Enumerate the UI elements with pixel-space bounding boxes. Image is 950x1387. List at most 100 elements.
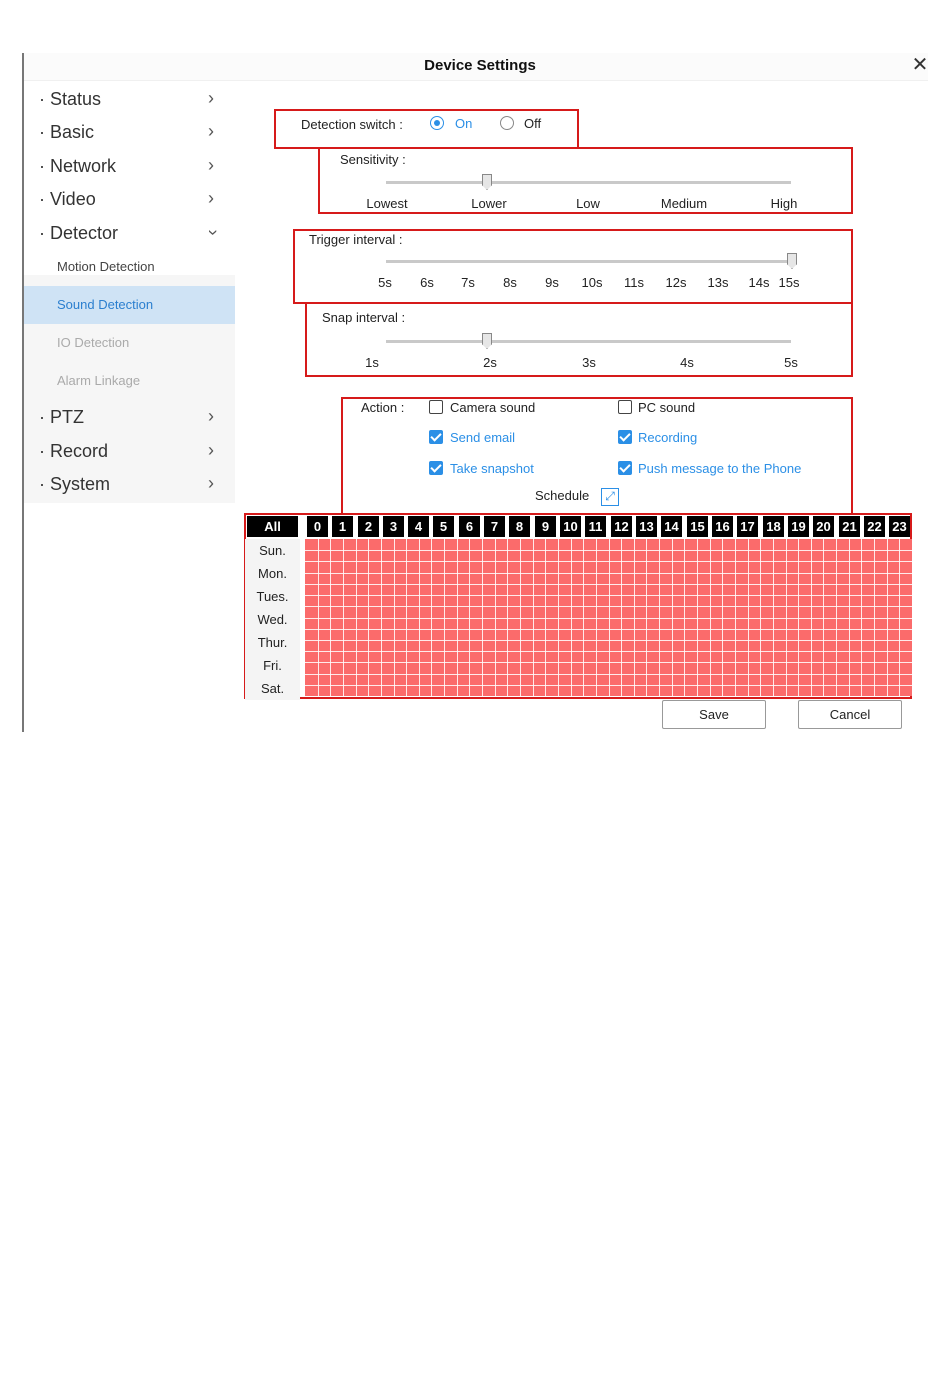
recording-label: Recording — [638, 430, 698, 445]
schedule-all-button[interactable]: All — [247, 516, 298, 537]
trigger-tick-label: 10s — [581, 275, 603, 290]
schedule-hour-header[interactable]: 15 — [687, 516, 708, 537]
sidebar-item-label: System — [50, 474, 111, 494]
recording-checkbox[interactable] — [618, 430, 632, 444]
schedule-day-label[interactable]: Wed. — [245, 608, 300, 632]
chevron-right-icon: › — [208, 188, 214, 208]
save-button[interactable]: Save — [662, 700, 766, 729]
take-snapshot-checkbox[interactable] — [429, 461, 443, 475]
sidebar-subitem-io-detection: IO Detection — [24, 324, 235, 362]
detection-switch-label: Detection switch : — [301, 117, 403, 132]
sensitivity-tick-label: Lowest — [366, 196, 408, 211]
sidebar-subitem-alarm-linkage: Alarm Linkage — [24, 362, 235, 400]
expand-icon[interactable]: ⤢ — [601, 488, 619, 506]
sensitivity-tick-label: Lower — [471, 196, 507, 211]
schedule-hour-header[interactable]: 12 — [611, 516, 632, 537]
schedule-hour-header[interactable]: 2 — [358, 516, 379, 537]
chevron-right-icon: › — [208, 121, 214, 141]
schedule-hour-header[interactable]: 8 — [509, 516, 530, 537]
sensitivity-tick-label: High — [770, 196, 798, 211]
schedule-day-label[interactable]: Tues. — [245, 585, 300, 609]
schedule-hour-header[interactable]: 23 — [889, 516, 910, 537]
trigger-tick-label: 14s — [748, 275, 770, 290]
pc-sound-checkbox[interactable] — [618, 400, 632, 414]
chevron-right-icon: › — [208, 440, 214, 460]
take-snapshot-label: Take snapshot — [450, 461, 534, 476]
trigger-tick-label: 8s — [503, 275, 517, 290]
schedule-hour-header[interactable]: 16 — [712, 516, 733, 537]
schedule-day-label[interactable]: Sun. — [245, 539, 300, 563]
chevron-right-icon: › — [208, 406, 214, 426]
schedule-hour-header[interactable]: 13 — [636, 516, 657, 537]
trigger-tick-label: 11s — [624, 275, 644, 290]
action-label: Action : — [361, 400, 405, 415]
detection-off-label: Off — [524, 116, 542, 131]
schedule-day-label[interactable]: Mon. — [245, 562, 300, 586]
sidebar-item-detector[interactable]: · Detector › — [24, 217, 235, 250]
sensitivity-slider-track[interactable] — [386, 181, 791, 184]
sidebar-item-system[interactable]: · System › — [24, 468, 235, 501]
sidebar-subitem-sound-detection[interactable]: Sound Detection — [24, 286, 235, 324]
schedule-hour-header[interactable]: 17 — [737, 516, 758, 537]
sidebar: · Status › · Basic › · Network › · Video… — [24, 81, 235, 732]
schedule-hour-header[interactable]: 10 — [560, 516, 581, 537]
schedule-day-label[interactable]: Thur. — [245, 631, 300, 655]
schedule-hour-header[interactable]: 21 — [839, 516, 860, 537]
snap-tick-label: 3s — [582, 355, 596, 370]
sidebar-item-label: Status — [50, 89, 102, 109]
chevron-right-icon: › — [208, 155, 214, 175]
chevron-right-icon: › — [208, 473, 214, 493]
window-title: Device Settings — [424, 57, 536, 74]
sidebar-subitem-label: Sound Detection — [57, 297, 154, 312]
sidebar-subitem-motion-detection[interactable]: Motion Detection — [24, 248, 235, 286]
schedule-hour-header[interactable]: 11 — [585, 516, 606, 537]
sidebar-item-label: PTZ — [50, 407, 84, 427]
sidebar-item-label: Network — [50, 156, 117, 176]
cancel-button[interactable]: Cancel — [798, 700, 902, 729]
send-email-checkbox[interactable] — [429, 430, 443, 444]
schedule-hour-header[interactable]: 6 — [459, 516, 480, 537]
schedule-hour-header[interactable]: 19 — [788, 516, 809, 537]
schedule-hour-header[interactable]: 1 — [332, 516, 353, 537]
detection-off-radio[interactable] — [500, 116, 514, 130]
schedule-day-label[interactable]: Sat. — [245, 677, 300, 701]
trigger-tick-label: 6s — [420, 275, 434, 290]
camera-sound-checkbox[interactable] — [429, 400, 443, 414]
snap-slider-track[interactable] — [386, 340, 791, 343]
camera-sound-label: Camera sound — [450, 400, 536, 415]
trigger-tick-label: 9s — [545, 275, 559, 290]
push-message-checkbox[interactable] — [618, 461, 632, 475]
sidebar-item-record[interactable]: · Record › — [24, 435, 235, 468]
sidebar-item-basic[interactable]: · Basic › — [24, 116, 235, 149]
snap-interval-label: Snap interval : — [322, 310, 406, 325]
sidebar-item-label: Basic — [50, 122, 95, 142]
schedule-hour-header[interactable]: 14 — [661, 516, 682, 537]
schedule-grid[interactable] — [305, 539, 912, 696]
schedule-hour-header[interactable]: 5 — [433, 516, 454, 537]
schedule-hour-header[interactable]: 22 — [864, 516, 885, 537]
send-email-label: Send email — [450, 430, 516, 445]
sidebar-item-video[interactable]: · Video › — [24, 183, 235, 216]
sidebar-item-label: Detector — [50, 223, 119, 243]
schedule-hour-header[interactable]: 9 — [535, 516, 556, 537]
sensitivity-tick-label: Medium — [660, 196, 708, 211]
trigger-tick-label: 15s — [778, 275, 800, 290]
schedule-hour-header[interactable]: 4 — [408, 516, 429, 537]
schedule-hour-header[interactable]: 7 — [484, 516, 505, 537]
schedule-hour-header[interactable]: 0 — [307, 516, 328, 537]
sensitivity-tick-label: Low — [576, 196, 600, 211]
schedule-hour-header[interactable]: 20 — [813, 516, 834, 537]
pc-sound-label: PC sound — [638, 400, 696, 415]
sidebar-item-network[interactable]: · Network › — [24, 150, 235, 183]
schedule-day-label[interactable]: Fri. — [245, 654, 300, 678]
sidebar-item-status[interactable]: · Status › — [24, 83, 235, 116]
close-icon[interactable]: ✕ — [910, 55, 930, 75]
schedule-hour-header[interactable]: 3 — [383, 516, 404, 537]
sidebar-item-label: Video — [50, 189, 96, 209]
chevron-right-icon: › — [208, 88, 214, 108]
sidebar-item-ptz[interactable]: · PTZ › — [24, 401, 235, 434]
action-highlight — [341, 397, 853, 515]
schedule-hour-header[interactable]: 18 — [763, 516, 784, 537]
detection-on-radio[interactable] — [430, 116, 444, 130]
trigger-slider-track[interactable] — [386, 260, 791, 263]
